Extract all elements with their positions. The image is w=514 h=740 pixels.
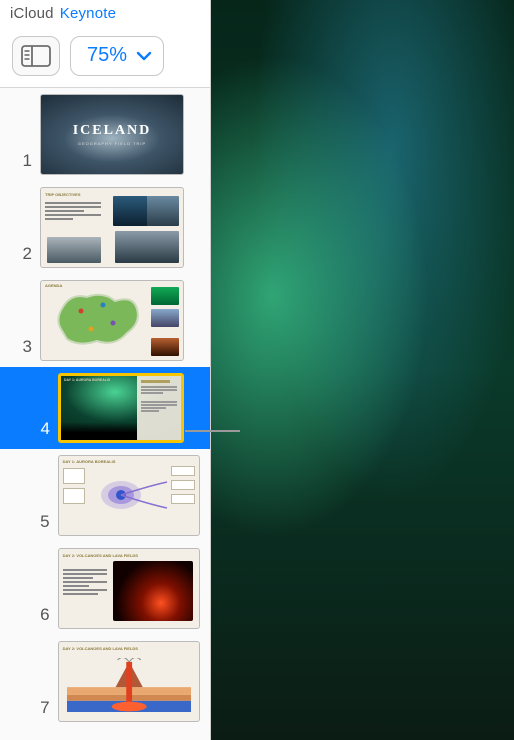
slide-number: 1 (23, 151, 32, 171)
app-root: iCloud Keynote 75% (0, 0, 514, 740)
app-title: iCloud Keynote (0, 0, 210, 24)
slide-row[interactable]: 1 ICELAND GEOGRAPHY FIELD TRIP (0, 88, 210, 181)
toolbar: 75% (0, 24, 210, 88)
view-options-button[interactable] (12, 36, 60, 76)
navigator-view-icon (21, 44, 51, 68)
slide-heading-text: TRIP OBJECTIVES (45, 192, 81, 197)
slide-thumbnail[interactable]: DAY 1: AURORA BOREALIS (58, 373, 184, 443)
slide-number: 4 (41, 419, 50, 439)
slide-row[interactable]: 3 AGENDA (0, 274, 210, 367)
zoom-menu-button[interactable]: 75% (70, 36, 164, 76)
slide-thumbnail[interactable]: DAY 1: AURORA BOREALIS (58, 455, 200, 536)
magnetosphere-diagram-icon (99, 478, 169, 512)
slide-canvas[interactable] (211, 0, 514, 740)
slide-row[interactable]: 5 DAY 1: AURORA BOREALIS (0, 449, 210, 542)
slide-thumbnail[interactable]: ICELAND GEOGRAPHY FIELD TRIP (40, 94, 184, 175)
slide-thumbnail[interactable]: TRIP OBJECTIVES (40, 187, 184, 268)
slide-heading-text: DAY 2: VOLCANOES AND LAVA FIELDS (63, 553, 138, 558)
slide-thumbnail-list[interactable]: 1 ICELAND GEOGRAPHY FIELD TRIP 2 TRIP OB… (0, 88, 210, 740)
slide-row[interactable]: 6 DAY 2: VOLCANOES AND LAVA FIELDS (0, 542, 210, 635)
slide-thumbnail[interactable]: DAY 2: VOLCANOES AND LAVA FIELDS (58, 641, 200, 722)
slide-row[interactable]: 2 TRIP OBJECTIVES (0, 181, 210, 274)
zoom-level-label: 75% (87, 44, 127, 67)
slide-number: 5 (40, 512, 49, 532)
slide-row[interactable]: 7 DAY 2: VOLCANOES AND LAVA FIELDS (0, 635, 210, 728)
slide-heading-text: AGENDA (45, 283, 62, 288)
callout-leader-line (185, 430, 240, 432)
slide-number: 7 (40, 698, 49, 718)
volcano-diagram-icon (67, 658, 191, 712)
slide-row[interactable]: 4 DAY 1: AURORA BOREALIS (0, 367, 210, 449)
slide-number: 2 (23, 244, 32, 264)
slide-heading-text: DAY 2: VOLCANOES AND LAVA FIELDS (63, 646, 138, 651)
slide-title-text: ICELAND (73, 123, 152, 139)
slide-navigator-sidebar: iCloud Keynote 75% (0, 0, 211, 740)
app-name-label: Keynote (60, 5, 116, 22)
slide-thumbnail[interactable]: DAY 2: VOLCANOES AND LAVA FIELDS (58, 548, 200, 629)
app-group-label: iCloud (10, 5, 54, 22)
slide-number: 6 (40, 605, 49, 625)
map-illustration-icon (53, 289, 143, 351)
slide-number: 3 (23, 337, 32, 357)
slide-heading-text: DAY 1: AURORA BOREALIS (64, 378, 110, 382)
slide-thumbnail[interactable]: AGENDA (40, 280, 184, 361)
slide-background (211, 0, 514, 740)
slide-heading-text: DAY 1: AURORA BOREALIS (63, 459, 116, 464)
chevron-down-icon (135, 47, 153, 65)
slide-subtitle-text: GEOGRAPHY FIELD TRIP (73, 141, 152, 146)
